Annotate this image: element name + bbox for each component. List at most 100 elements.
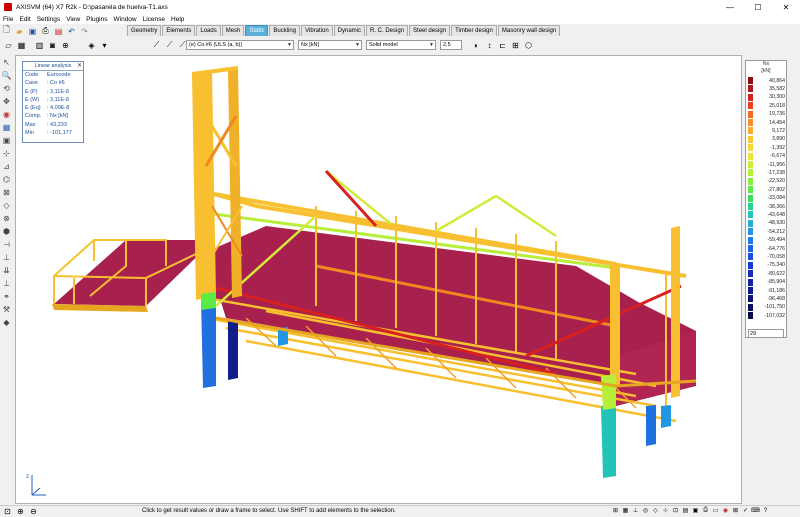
tab-masonry-wall-design[interactable]: Masonry wall design (497, 25, 561, 36)
save-icon[interactable]: ▣ (27, 26, 38, 37)
print-preview-icon[interactable]: ⎙ (701, 506, 710, 515)
color-mode-icon[interactable]: ◉ (1, 109, 12, 120)
ruler-icon[interactable]: ⊥ (1, 278, 12, 289)
undo-icon[interactable]: ↶ (66, 26, 77, 37)
zoom-icon[interactable]: 🔍 (1, 70, 12, 81)
pan-icon[interactable]: ✥ (1, 96, 12, 107)
layers-icon[interactable]: ▱ (3, 40, 14, 51)
envelope-icon[interactable]: ⊞ (510, 40, 521, 51)
component-select[interactable]: Nx [kN] ▼ (298, 40, 362, 50)
dimension-icon[interactable]: ⌬ (1, 174, 12, 185)
surface-icon[interactable]: ⬡ (523, 40, 534, 51)
menu-edit[interactable]: Edit (19, 16, 30, 23)
zoom-in-icon[interactable]: ⊕ (15, 506, 26, 517)
label-icon[interactable]: ▭ (711, 506, 720, 515)
diagram-icon[interactable]: ⟋ (151, 40, 162, 51)
maximize-button[interactable]: ☐ (744, 0, 772, 14)
animate-icon[interactable]: ◐ (471, 40, 482, 51)
redo-icon[interactable]: ↷ (79, 26, 90, 37)
legend-value: -17,238 (767, 169, 785, 176)
menu-plugins[interactable]: Plugins (86, 16, 107, 23)
zoom-fit-icon[interactable]: ⊡ (2, 506, 13, 517)
ortho-icon[interactable]: ⊥ (631, 506, 640, 515)
tab-dynamic[interactable]: Dynamic (333, 25, 366, 36)
tab-static[interactable]: Static (245, 25, 269, 36)
find-icon[interactable]: ⊗ (1, 213, 12, 224)
settings-icon[interactable]: ▾ (99, 40, 110, 51)
tool-icon[interactable]: ⚒ (1, 304, 12, 315)
legend-levels-input[interactable]: 29 (748, 329, 784, 338)
tab-loads[interactable]: Loads (196, 25, 221, 36)
menu-view[interactable]: View (66, 16, 80, 23)
pdf-icon[interactable]: ▤ (53, 26, 64, 37)
pointer-icon[interactable]: ↖ (1, 57, 12, 68)
workplane-icon[interactable]: ◇ (1, 200, 12, 211)
check-icon[interactable]: ✓ (741, 506, 750, 515)
close-icon[interactable]: ✕ (77, 62, 82, 69)
color-icon[interactable]: ◉ (721, 506, 730, 515)
tab-buckling[interactable]: Buckling (269, 25, 301, 36)
loads-icon[interactable]: ⇊ (1, 265, 12, 276)
view-icon[interactable]: ▣ (1, 135, 12, 146)
osnap-icon[interactable]: ◇ (651, 506, 660, 515)
zoom-icon[interactable]: ⊕ (60, 40, 71, 51)
lock-icon[interactable]: ⊡ (671, 506, 680, 515)
new-file-icon[interactable]: 🗋 (1, 25, 12, 37)
section-icon[interactable]: ⊠ (1, 187, 12, 198)
display-mode-select[interactable]: Solid model ▼ (366, 40, 436, 50)
polar-icon[interactable]: ◎ (641, 506, 650, 515)
legend-value: -54,212 (767, 228, 785, 235)
diagram-section-icon[interactable]: ⟋ (164, 40, 175, 51)
grid-toggle-icon[interactable]: ▦ (621, 506, 630, 515)
mesh-icon[interactable]: ⬢ (1, 226, 12, 237)
svg-text:z: z (26, 474, 29, 480)
min-max-icon[interactable]: ↕ (484, 40, 495, 51)
scale-input[interactable]: 2,5 (440, 40, 462, 50)
tab-mesh[interactable]: Mesh (221, 25, 245, 36)
open-folder-icon[interactable]: ▰ (14, 26, 25, 37)
cut-icon[interactable]: ⊣ (1, 239, 12, 250)
palette-icon[interactable]: ▦ (1, 122, 12, 133)
measure-icon[interactable]: ⊿ (1, 161, 12, 172)
legend-value: -64,776 (767, 245, 785, 252)
tab-elements[interactable]: Elements (162, 25, 196, 36)
support-icon[interactable]: ⊥ (1, 252, 12, 263)
minimize-button[interactable]: — (716, 0, 744, 14)
legend-entry: 14,454 (748, 119, 787, 126)
grid-icon[interactable]: ▥ (34, 40, 45, 51)
camera-icon[interactable]: ◙ (47, 40, 58, 51)
load-case-select[interactable]: (e) Co.#6 (ULS (a, b)) ▼ (186, 40, 294, 50)
tab-timber-design[interactable]: Timber design (451, 25, 497, 36)
table-icon[interactable]: ▦ (16, 40, 27, 51)
snap-icon[interactable]: ⊞ (611, 506, 620, 515)
layer-icon[interactable]: ▤ (681, 506, 690, 515)
menu-license[interactable]: License (143, 16, 165, 23)
node-icon[interactable]: ⊹ (1, 148, 12, 159)
keyboard-icon[interactable]: ⌨ (751, 506, 760, 515)
menu-file[interactable]: File (3, 16, 13, 23)
tab-rc-design[interactable]: R. C. Design (366, 25, 409, 36)
tab-vibration[interactable]: Vibration (301, 25, 333, 36)
legend-value: -11,956 (767, 161, 785, 168)
zoom-out-icon[interactable]: ⊖ (28, 506, 39, 517)
model-icon[interactable]: ◈ (86, 40, 97, 51)
tab-geometry[interactable]: Geometry (127, 25, 162, 36)
rotate-icon[interactable]: ⟲ (1, 83, 12, 94)
track-icon[interactable]: ⊹ (661, 506, 670, 515)
result-icon[interactable]: ⊠ (731, 506, 740, 515)
print-icon[interactable]: ⎙ (40, 26, 51, 37)
status-toggles: ⊞ ▦ ⊥ ◎ ◇ ⊹ ⊡ ▤ ▣ ⎙ ▭ ◉ ⊠ ✓ ⌨ ? (611, 506, 771, 515)
menu-settings[interactable]: Settings (37, 16, 61, 23)
link-icon[interactable]: ⚭ (1, 291, 12, 302)
model-viewport[interactable] (15, 55, 742, 504)
color-legend[interactable]: Nx [kN] 40,864 35,582 30,300 25,018 19,736 14… (745, 60, 787, 338)
menu-window[interactable]: Window (114, 16, 137, 23)
analysis-info-panel[interactable]: Linear analysis ✕ Code Eurocode Case: Co … (22, 61, 84, 143)
menu-help[interactable]: Help (171, 16, 184, 23)
close-button[interactable]: ✕ (772, 0, 800, 14)
warning-icon[interactable]: ◆ (1, 317, 12, 328)
help-icon[interactable]: ? (761, 506, 770, 515)
display-icon[interactable]: ▣ (691, 506, 700, 515)
beam-result-icon[interactable]: ⊏ (497, 40, 508, 51)
tab-steel-design[interactable]: Steel design (409, 25, 451, 36)
